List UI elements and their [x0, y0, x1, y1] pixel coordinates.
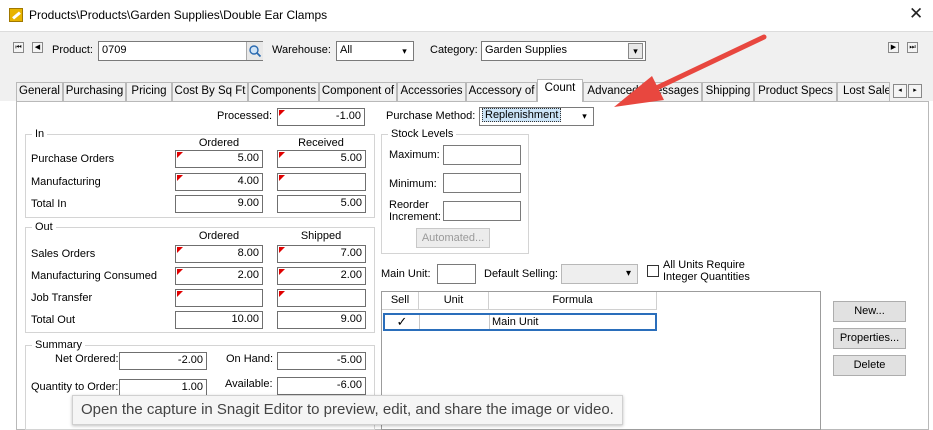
tab-count[interactable]: Count	[537, 79, 583, 102]
snagit-tooltip: Open the capture in Snagit Editor to pre…	[72, 395, 623, 425]
annotation-arrow	[614, 34, 767, 107]
